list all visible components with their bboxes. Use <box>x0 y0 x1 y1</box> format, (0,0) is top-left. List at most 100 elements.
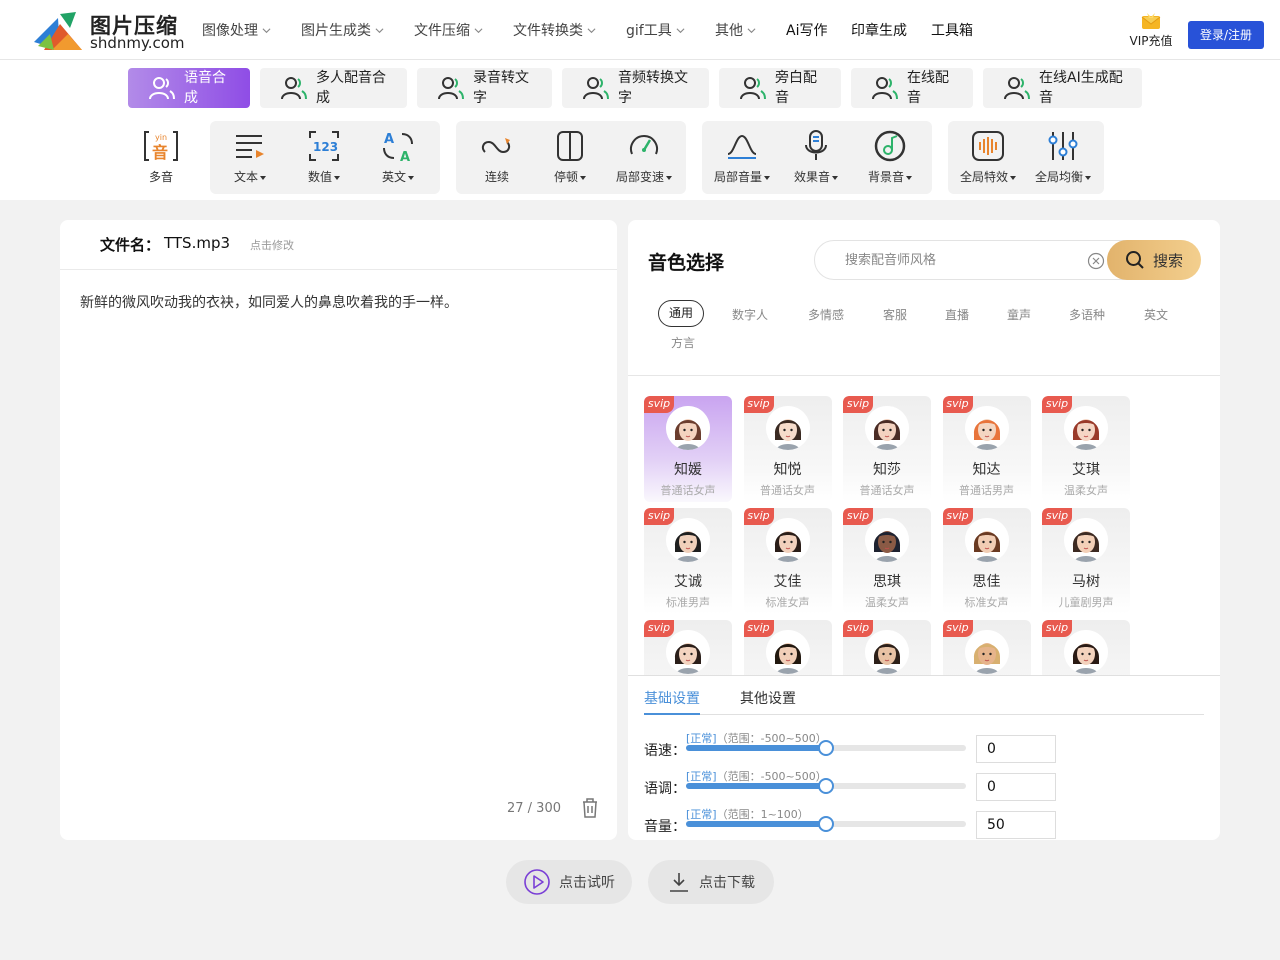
tab-label: 录音转文字 <box>473 70 529 106</box>
preview-listen-button[interactable]: 点击试听 <box>506 860 632 904</box>
category-emotional[interactable]: 多情感 <box>808 306 844 323</box>
waveform-icon <box>972 131 1004 161</box>
speed-value-input[interactable] <box>976 735 1056 763</box>
voice-name: 知悦 <box>773 462 802 478</box>
category-digital-human[interactable]: 数字人 <box>732 306 768 323</box>
divider <box>60 269 617 270</box>
voice-card[interactable]: svip <box>743 620 832 675</box>
voice-card[interactable]: svip 知媛 普通话女声 <box>644 396 732 502</box>
voice-search-button[interactable]: 搜索 <box>1107 240 1201 280</box>
voice-card[interactable]: svip 思佳 标准女声 <box>942 508 1031 614</box>
category-child-voice[interactable]: 童声 <box>1007 306 1031 323</box>
voice-card[interactable]: svip 艾琪 温柔女声 <box>1042 396 1130 502</box>
login-register-button[interactable]: 登录/注册 <box>1188 21 1264 49</box>
tool-local-speed[interactable]: 局部变速 <box>609 128 679 185</box>
voice-search-input[interactable] <box>845 250 1085 270</box>
speed-slider[interactable] <box>686 740 966 756</box>
nav-image-processing[interactable]: 图像处理 <box>202 20 271 40</box>
voice-card[interactable]: svip 知悦 普通话女声 <box>743 396 832 502</box>
tab-recording-to-text[interactable]: 录音转文字 <box>417 68 552 108</box>
users-icon <box>1004 77 1030 100</box>
tab-online-ai-dubbing[interactable]: 在线AI生成配音 <box>983 68 1142 108</box>
tool-polyphone[interactable]: yin 音 多音 <box>126 128 196 185</box>
voice-card[interactable]: svip 思琪 温柔女声 <box>843 508 931 614</box>
text-icon <box>236 135 264 158</box>
filename-label: 文件名： <box>100 236 161 254</box>
tab-speech-synthesis[interactable]: 语音合成 <box>128 68 250 108</box>
caret-down-icon <box>260 175 266 180</box>
avatar <box>865 630 909 674</box>
voice-name: 知媛 <box>674 462 702 478</box>
caret-down-icon <box>832 175 838 180</box>
tool-global-effect[interactable]: 全局特效 <box>953 128 1023 185</box>
users-icon <box>281 77 307 100</box>
svip-badge: svip <box>743 620 774 637</box>
caret-down-icon <box>1010 175 1016 180</box>
voice-card[interactable]: svip 艾诚 标准男声 <box>644 508 732 614</box>
nav-seal-generator[interactable]: 印章生成 <box>851 20 907 40</box>
category-customer-service[interactable]: 客服 <box>883 306 907 323</box>
tool-continuous[interactable]: 连续 <box>462 128 532 185</box>
tab-multi-voice[interactable]: 多人配音合成 <box>260 68 407 108</box>
filename-value[interactable]: TTS.mp3 <box>164 234 230 252</box>
pitch-slider[interactable] <box>686 778 966 794</box>
rename-link[interactable]: 点击修改 <box>250 237 294 253</box>
nav-other[interactable]: 其他 <box>715 20 756 40</box>
avatar <box>666 518 710 562</box>
tab-online-dubbing[interactable]: 在线配音 <box>851 68 973 108</box>
tool-background-music[interactable]: 背景音 <box>855 128 925 185</box>
clear-icon[interactable] <box>1087 252 1105 270</box>
svip-badge: svip <box>1042 620 1072 637</box>
tool-local-volume[interactable]: 局部音量 <box>707 128 777 185</box>
nav-image-generation[interactable]: 图片生成类 <box>301 20 384 40</box>
speed-slider-handle[interactable] <box>818 740 834 756</box>
tool-label: 全局均衡 <box>1034 170 1083 184</box>
download-label: 点击下载 <box>699 875 755 891</box>
tool-sound-effect[interactable]: 效果音 <box>781 128 851 185</box>
tool-pause[interactable]: 停顿 <box>535 128 605 185</box>
svip-badge: svip <box>843 508 873 525</box>
category-dialect[interactable]: 方言 <box>671 334 695 351</box>
music-note-icon <box>874 130 906 162</box>
tool-text[interactable]: 文本 <box>215 128 285 185</box>
voice-description: 标准女声 <box>964 596 1009 609</box>
category-english[interactable]: 英文 <box>1144 306 1168 323</box>
tab-narration-dubbing[interactable]: 旁白配音 <box>719 68 841 108</box>
voice-card[interactable]: svip 知达 普通话男声 <box>942 396 1031 502</box>
tts-text-area[interactable]: 新鲜的微风吹动我的衣袂，如同爱人的鼻息吹着我的手一样。 <box>80 292 458 312</box>
nav-file-convert[interactable]: 文件转换类 <box>513 20 596 40</box>
download-button[interactable]: 点击下载 <box>648 860 774 904</box>
nav-ai-writing[interactable]: Ai写作 <box>786 20 827 40</box>
volume-slider-handle[interactable] <box>818 816 834 832</box>
voice-card[interactable]: svip 艾佳 标准女声 <box>743 508 832 614</box>
tool-number[interactable]: 123 数值 <box>289 128 359 185</box>
tab-other-settings[interactable]: 其他设置 <box>740 688 796 708</box>
category-general[interactable]: 通用 <box>658 300 705 327</box>
tool-english[interactable]: AA 英文 <box>363 128 433 185</box>
nav-gif-tools[interactable]: gif工具 <box>626 20 685 40</box>
trash-icon[interactable] <box>581 798 599 818</box>
pitch-value-input[interactable] <box>976 773 1056 801</box>
svip-badge: svip <box>644 620 674 637</box>
voice-card[interactable]: svip <box>942 620 1031 675</box>
volume-value-input[interactable] <box>976 811 1056 839</box>
tab-audio-to-text[interactable]: 音频转换文字 <box>562 68 709 108</box>
speed-slider-fill <box>686 745 826 751</box>
tab-basic-settings[interactable]: 基础设置 <box>644 688 700 708</box>
tool-global-eq[interactable]: 全局均衡 <box>1028 128 1098 185</box>
category-livestream[interactable]: 直播 <box>945 306 969 323</box>
voice-card[interactable]: svip <box>1042 620 1130 675</box>
voice-card[interactable]: svip 马树 儿童剧男声 <box>1042 508 1130 614</box>
volume-slider[interactable] <box>686 816 966 832</box>
voice-card[interactable]: svip <box>644 620 732 675</box>
nav-file-compress[interactable]: 文件压缩 <box>414 20 483 40</box>
voice-card[interactable]: svip 知莎 普通话女声 <box>843 396 931 502</box>
voice-card[interactable]: svip <box>843 620 931 675</box>
pitch-slider-handle[interactable] <box>818 778 834 794</box>
category-multilingual[interactable]: 多语种 <box>1069 306 1105 323</box>
site-logo[interactable]: 图片压缩 shdnmy.com <box>30 8 185 54</box>
vip-recharge-button[interactable]: VIP充值 <box>1126 12 1176 49</box>
nav-toolbox[interactable]: 工具箱 <box>931 20 973 40</box>
chevron-down-icon <box>375 27 384 33</box>
volume-range: （范围：1~100） <box>716 808 809 821</box>
